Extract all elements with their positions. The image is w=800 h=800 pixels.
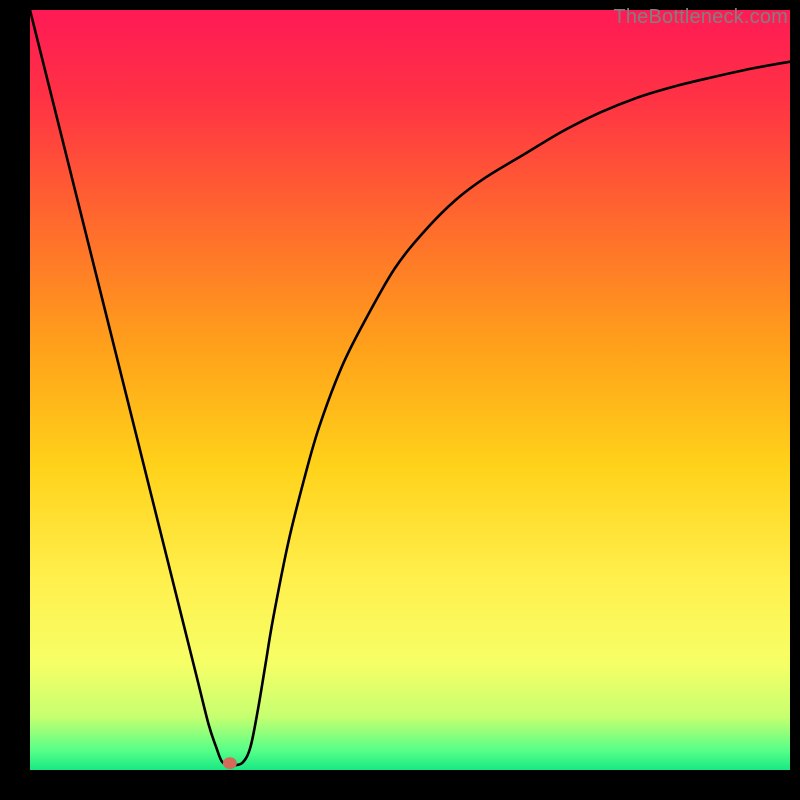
optimal-point-marker [223, 757, 237, 769]
watermark-text: TheBottleneck.com [613, 6, 788, 29]
chart-frame: TheBottleneck.com [0, 0, 800, 800]
gradient-background [30, 10, 790, 770]
bottleneck-chart [30, 10, 790, 770]
